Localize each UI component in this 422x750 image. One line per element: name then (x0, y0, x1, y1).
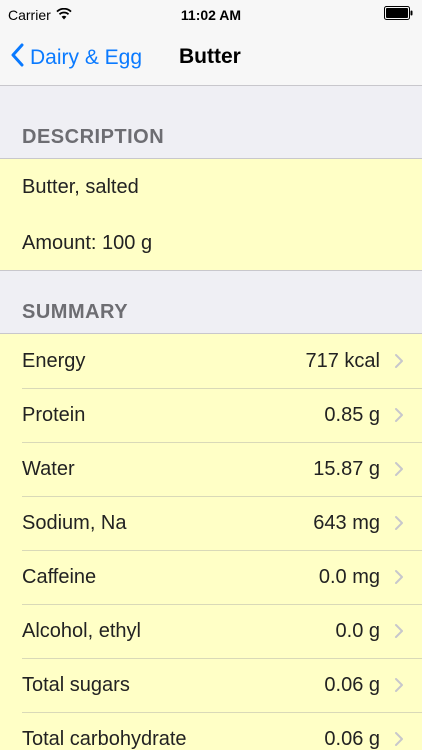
summary-row-energy[interactable]: Energy 717 kcal (0, 334, 422, 388)
summary-section-header: SUMMARY (22, 301, 129, 323)
row-label: Total carbohydrate (22, 727, 187, 750)
summary-row-water[interactable]: Water 15.87 g (0, 442, 422, 496)
chevron-right-icon (394, 515, 404, 531)
chevron-left-icon (10, 43, 24, 73)
row-label: Energy (22, 349, 86, 372)
row-value: 0.0 mg (318, 565, 380, 588)
page-title: Butter (179, 45, 241, 68)
summary-row-caffeine[interactable]: Caffeine 0.0 mg (0, 550, 422, 604)
row-label: Water (22, 457, 75, 480)
row-value: 0.06 g (324, 727, 380, 750)
back-button[interactable]: Dairy & Egg (10, 43, 142, 73)
summary-row-protein[interactable]: Protein 0.85 g (0, 388, 422, 442)
chevron-right-icon (394, 353, 404, 369)
back-button-label: Dairy & Egg (30, 46, 143, 69)
summary-card: Energy 717 kcal Protein 0.85 g Water 15.… (0, 333, 422, 750)
summary-row-total-sugars[interactable]: Total sugars 0.06 g (0, 658, 422, 712)
navigation-bar: Dairy & Egg Butter (0, 30, 422, 86)
row-value: 15.87 g (313, 457, 380, 480)
row-value: 0.06 g (324, 673, 380, 696)
chevron-right-icon (394, 569, 404, 585)
description-amount: Amount: 100 g (22, 231, 153, 254)
summary-row-total-carbohydrate[interactable]: Total carbohydrate 0.06 g (0, 712, 422, 750)
description-name: Butter, salted (22, 175, 139, 198)
description-card: Butter, salted Amount: 100 g (0, 158, 422, 271)
summary-row-sodium[interactable]: Sodium, Na 643 mg (0, 496, 422, 550)
chevron-right-icon (394, 677, 404, 693)
status-time: 11:02 AM (180, 7, 242, 23)
status-bar: Carrier 11:02 AM (0, 0, 422, 30)
chevron-right-icon (394, 623, 404, 639)
row-label: Caffeine (22, 565, 97, 588)
chevron-right-icon (394, 407, 404, 423)
row-label: Alcohol, ethyl (22, 619, 141, 642)
row-label: Protein (22, 403, 86, 426)
status-right (384, 6, 414, 23)
battery-icon (384, 6, 414, 23)
row-label: Total sugars (22, 673, 130, 696)
row-label: Sodium, Na (22, 511, 127, 534)
chevron-right-icon (394, 731, 404, 747)
row-value: 0.85 g (324, 403, 380, 426)
chevron-right-icon (394, 461, 404, 477)
row-value: 643 mg (313, 511, 380, 534)
summary-row-alcohol[interactable]: Alcohol, ethyl 0.0 g (0, 604, 422, 658)
row-value: 717 kcal (305, 349, 381, 372)
description-section-header: DESCRIPTION (22, 126, 165, 148)
row-value: 0.0 g (335, 619, 380, 642)
